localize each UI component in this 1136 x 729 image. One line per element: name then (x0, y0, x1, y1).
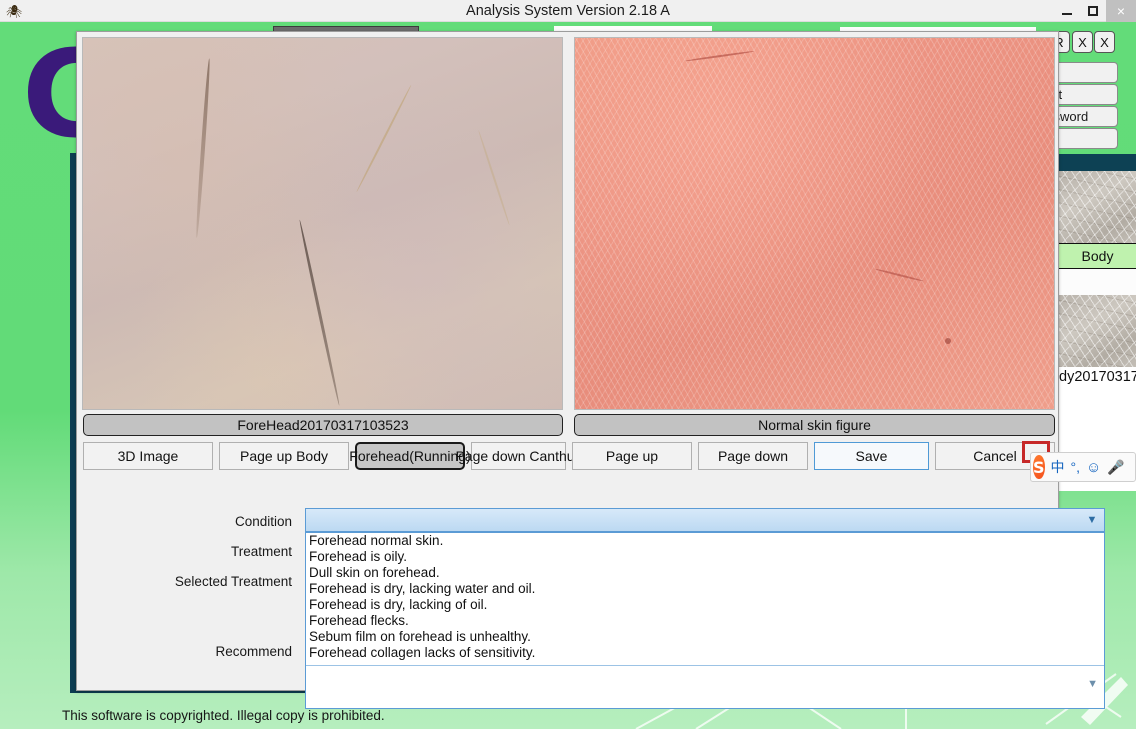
title-bar: 🕷 Analysis System Version 2.18 A × (0, 0, 1136, 22)
chinese-mode-icon[interactable]: 中 (1051, 460, 1065, 474)
reference-image-view[interactable] (574, 37, 1055, 410)
label-recommend: Recommend (215, 644, 292, 659)
bg-button-x2[interactable]: X (1094, 31, 1115, 53)
label-condition: Condition (234, 514, 292, 529)
btn-3d-image[interactable]: 3D Image (83, 442, 213, 470)
application-window: 🕷 Analysis System Version 2.18 A × C Thi… (0, 0, 1136, 729)
window-title: Analysis System Version 2.18 A (466, 3, 670, 19)
thumbnail-image-second[interactable] (1058, 295, 1136, 367)
thumbnail-filename: dy201703171 (1059, 369, 1136, 385)
bg-panel-header-strip (1057, 154, 1136, 171)
left-image-caption: ForeHead20170317103523 (83, 414, 563, 436)
btn-forehead-running[interactable]: Forehead(Running) (349, 442, 471, 470)
chevron-down-icon[interactable]: ▼ (1086, 514, 1098, 526)
ime-more-icon[interactable]: ⋮ (1131, 461, 1136, 474)
dropdown-option[interactable]: Forehead normal skin. (306, 533, 1104, 549)
emoji-icon[interactable]: ☺ (1086, 460, 1101, 475)
reference-mark-2 (874, 268, 924, 283)
sogou-logo-icon[interactable]: S (1033, 455, 1045, 479)
thumbnail-label-body: Body (1058, 243, 1136, 269)
hair-strand-1 (194, 58, 212, 239)
dropdown-option[interactable]: Dull skin on forehead. (306, 565, 1104, 581)
forehead-image-view[interactable] (82, 37, 563, 410)
dropdown-option[interactable]: Forehead is dry, lacking of oil. (306, 597, 1104, 613)
microphone-icon[interactable]: 🎤 (1107, 460, 1124, 474)
dropdown-option[interactable]: Forehead is dry, lacking water and oil. (306, 581, 1104, 597)
btn-page-down[interactable]: Page down (698, 442, 808, 470)
copyright-notice: This software is copyrighted. Illegal co… (62, 708, 385, 723)
minimize-button[interactable] (1054, 0, 1080, 22)
hair-strand-3 (355, 84, 413, 193)
dropdown-option[interactable]: Forehead collagen lacks of sensitivity. (306, 645, 1104, 661)
dialog-button-row: 3D Image Page up Body Forehead(Running) … (83, 442, 1061, 470)
dropdown-option[interactable]: Forehead is oily. (306, 549, 1104, 565)
reference-mark-3 (945, 338, 951, 344)
close-button[interactable]: × (1106, 0, 1136, 22)
btn-page-down-canthus[interactable]: Page down Canthus (455, 442, 582, 470)
ime-toolbar[interactable]: S 中 °, ☺ 🎤 ⋮ (1030, 452, 1136, 482)
btn-page-up-body[interactable]: Page up Body (219, 442, 349, 470)
hair-strand-2 (298, 219, 341, 406)
label-selected-treatment: Selected Treatment (174, 574, 292, 589)
dropdown-option[interactable]: Sebum film on forehead is unhealthy. (306, 629, 1104, 645)
thumbnail-image-body[interactable] (1058, 171, 1136, 243)
reference-mark-1 (684, 50, 755, 62)
bg-button-x1[interactable]: X (1072, 31, 1093, 53)
btn-page-up[interactable]: Page up (572, 442, 692, 470)
condition-dropdown-list[interactable]: Forehead normal skin. Forehead is oily. … (305, 532, 1105, 709)
analysis-dialog: ForeHead20170317103523 Normal skin figur… (76, 31, 1105, 709)
dropdown-scroll-down-icon[interactable]: ▼ (1087, 678, 1098, 690)
window-controls: × (1054, 0, 1136, 22)
label-treatment: Treatment (230, 544, 292, 559)
thumbnail-panel: Body dy201703171 (1057, 171, 1136, 491)
dropdown-divider (306, 665, 1104, 666)
maximize-button[interactable] (1080, 0, 1106, 22)
thumbnail-name-body (1058, 269, 1136, 295)
condition-combobox[interactable]: ▼ (305, 508, 1105, 532)
save-button[interactable]: Save (814, 442, 929, 470)
hair-strand-4 (477, 129, 511, 226)
right-image-caption: Normal skin figure (574, 414, 1055, 436)
punctuation-icon[interactable]: °, (1071, 460, 1081, 474)
dropdown-option[interactable]: Forehead flecks. (306, 613, 1104, 629)
